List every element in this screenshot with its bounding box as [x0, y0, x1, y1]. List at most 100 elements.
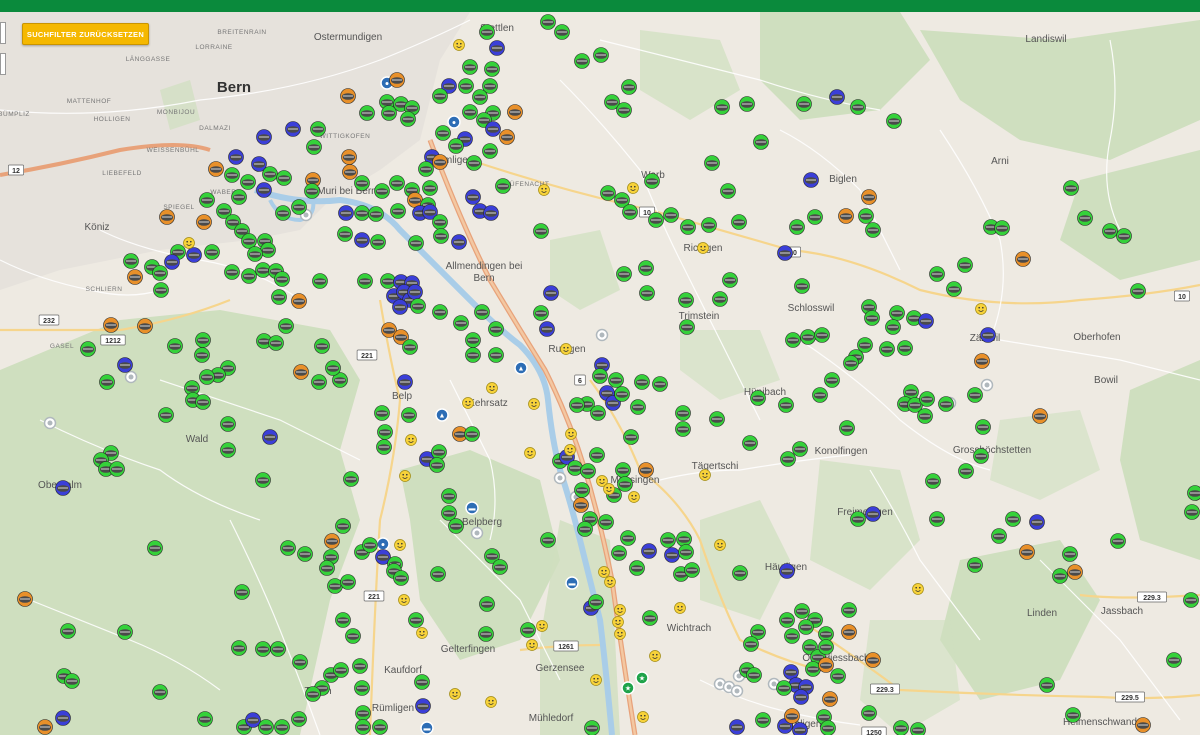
location-marker[interactable]	[622, 204, 638, 220]
location-marker[interactable]	[841, 602, 857, 618]
location-marker[interactable]	[1062, 546, 1078, 562]
smiley-icon[interactable]	[453, 39, 465, 51]
location-marker[interactable]	[750, 390, 766, 406]
location-marker[interactable]	[377, 424, 393, 440]
map-canvas[interactable]: Bern Ostermundigen Stettlen Landiswil Köniz M…	[0, 12, 1200, 735]
location-marker[interactable]	[742, 435, 758, 451]
location-marker[interactable]	[865, 506, 881, 522]
location-marker[interactable]	[80, 341, 96, 357]
location-marker[interactable]	[753, 134, 769, 150]
location-marker[interactable]	[220, 442, 236, 458]
location-marker[interactable]	[17, 591, 33, 607]
location-marker[interactable]	[805, 661, 821, 677]
location-marker[interactable]	[429, 457, 445, 473]
location-marker[interactable]	[345, 628, 361, 644]
location-marker[interactable]	[479, 24, 495, 40]
location-marker[interactable]	[1077, 210, 1093, 226]
location-marker[interactable]	[704, 155, 720, 171]
location-marker[interactable]	[380, 273, 396, 289]
location-marker[interactable]	[929, 511, 945, 527]
location-marker[interactable]	[807, 209, 823, 225]
location-marker[interactable]	[676, 531, 692, 547]
location-marker[interactable]	[1184, 504, 1200, 520]
location-marker[interactable]	[929, 266, 945, 282]
smiley-icon[interactable]	[674, 602, 686, 614]
location-marker[interactable]	[327, 578, 343, 594]
location-marker[interactable]	[241, 268, 257, 284]
location-marker[interactable]	[402, 339, 418, 355]
location-marker[interactable]	[260, 242, 276, 258]
location-marker[interactable]	[1063, 180, 1079, 196]
location-marker[interactable]	[292, 654, 308, 670]
location-marker[interactable]	[792, 441, 808, 457]
location-marker[interactable]	[573, 497, 589, 513]
location-marker[interactable]	[465, 347, 481, 363]
location-marker[interactable]	[779, 563, 795, 579]
location-marker[interactable]	[196, 214, 212, 230]
location-marker[interactable]	[1052, 568, 1068, 584]
location-marker[interactable]	[792, 722, 808, 735]
location-marker[interactable]	[967, 557, 983, 573]
location-marker[interactable]	[441, 488, 457, 504]
location-marker[interactable]	[830, 668, 846, 684]
location-marker[interactable]	[401, 407, 417, 423]
blue-poi-pin[interactable]: ▲	[514, 361, 528, 375]
location-marker[interactable]	[430, 566, 446, 582]
location-marker[interactable]	[889, 305, 905, 321]
location-marker[interactable]	[720, 183, 736, 199]
location-marker[interactable]	[275, 205, 291, 221]
location-marker[interactable]	[194, 347, 210, 363]
location-marker[interactable]	[262, 429, 278, 445]
location-marker[interactable]	[709, 411, 725, 427]
reset-filter-button[interactable]: SUCHFILTER ZURÜCKSETZEN	[22, 23, 149, 45]
location-marker[interactable]	[864, 310, 880, 326]
location-marker[interactable]	[199, 192, 215, 208]
smiley-icon[interactable]	[538, 184, 550, 196]
location-marker[interactable]	[305, 686, 321, 702]
location-marker[interactable]	[152, 684, 168, 700]
location-marker[interactable]	[794, 603, 810, 619]
location-marker[interactable]	[1065, 707, 1081, 723]
location-marker[interactable]	[789, 219, 805, 235]
location-marker[interactable]	[938, 396, 954, 412]
location-marker[interactable]	[64, 673, 80, 689]
location-marker[interactable]	[639, 285, 655, 301]
smiley-icon[interactable]	[627, 182, 639, 194]
smiley-icon[interactable]	[399, 470, 411, 482]
location-marker[interactable]	[271, 289, 287, 305]
location-marker[interactable]	[886, 113, 902, 129]
location-marker[interactable]	[319, 560, 335, 576]
smiley-icon[interactable]	[912, 583, 924, 595]
location-marker[interactable]	[355, 719, 371, 735]
smiley-icon[interactable]	[416, 627, 428, 639]
blue-poi-pin[interactable]: ●	[376, 537, 390, 551]
location-marker[interactable]	[458, 78, 474, 94]
location-marker[interactable]	[432, 304, 448, 320]
smiley-icon[interactable]	[564, 444, 576, 456]
location-marker[interactable]	[335, 518, 351, 534]
smiley-icon[interactable]	[714, 539, 726, 551]
location-marker[interactable]	[1029, 514, 1045, 530]
location-marker[interactable]	[652, 376, 668, 392]
location-marker[interactable]	[466, 155, 482, 171]
location-marker[interactable]	[1110, 533, 1126, 549]
location-marker[interactable]	[800, 329, 816, 345]
grey-location-pin[interactable]	[124, 370, 138, 384]
location-marker[interactable]	[464, 426, 480, 442]
smiley-icon[interactable]	[628, 491, 640, 503]
location-marker[interactable]	[1166, 652, 1182, 668]
location-marker[interactable]	[1183, 592, 1199, 608]
smiley-icon[interactable]	[603, 483, 615, 495]
location-marker[interactable]	[255, 472, 271, 488]
location-marker[interactable]	[592, 368, 608, 384]
location-marker[interactable]	[297, 546, 313, 562]
location-marker[interactable]	[311, 374, 327, 390]
location-marker[interactable]	[567, 460, 583, 476]
location-marker[interactable]	[499, 129, 515, 145]
location-marker[interactable]	[137, 318, 153, 334]
location-marker[interactable]	[55, 710, 71, 726]
location-marker[interactable]	[629, 560, 645, 576]
smiley-icon[interactable]	[449, 688, 461, 700]
location-marker[interactable]	[451, 234, 467, 250]
location-marker[interactable]	[231, 189, 247, 205]
